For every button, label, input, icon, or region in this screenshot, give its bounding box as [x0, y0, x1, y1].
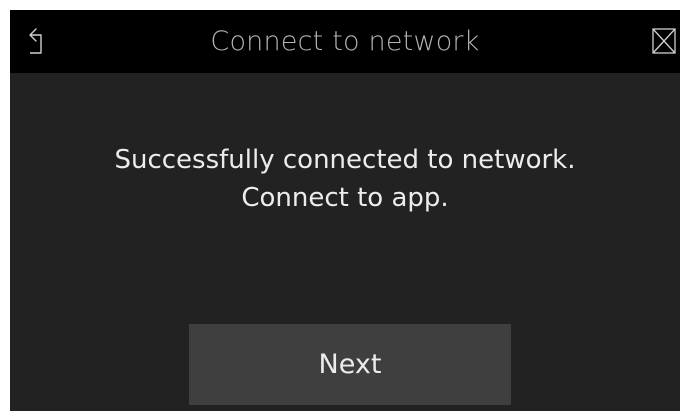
- message-line-1: Successfully connected to network.: [114, 145, 576, 175]
- back-button[interactable]: [22, 23, 56, 59]
- message-line-2: Connect to app.: [241, 183, 449, 213]
- close-icon: [652, 28, 676, 54]
- status-message: Successfully connected to network. Conne…: [10, 141, 680, 217]
- app-window: Connect to network Successfully connecte…: [10, 10, 680, 411]
- back-arrow-icon: [29, 28, 42, 54]
- page-title: Connect to network: [210, 26, 480, 57]
- title-bar: Connect to network: [10, 10, 680, 73]
- next-button[interactable]: Next: [189, 324, 511, 405]
- close-button[interactable]: [650, 27, 678, 55]
